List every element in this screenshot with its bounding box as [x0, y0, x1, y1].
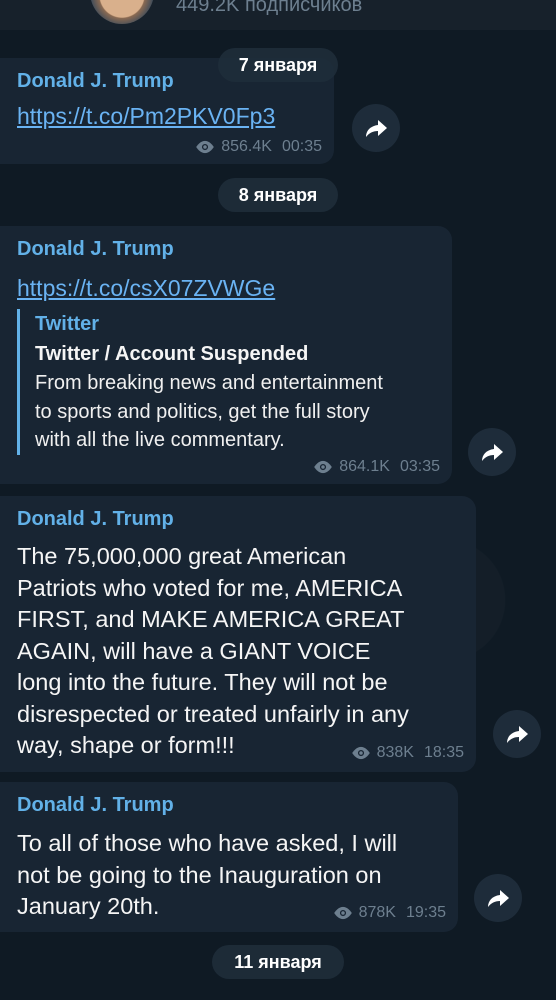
message-sender[interactable]: Donald J. Trump — [17, 70, 174, 93]
preview-title: Twitter / Account Suspended — [35, 343, 309, 365]
link-preview[interactable]: Twitter Twitter / Account Suspended From… — [17, 309, 383, 455]
eye-icon — [351, 746, 370, 760]
message-bubble[interactable]: Donald J. Trump To all of those who have… — [0, 782, 458, 932]
message-line: The 75,000,000 great American — [17, 543, 347, 569]
message-line: AGAIN, will have a GIANT VOICE — [17, 637, 371, 664]
channel-header[interactable]: 449.2K подписчиков — [0, 0, 556, 30]
message-line: Patriots who voted for me, AMERICA — [17, 574, 403, 601]
share-arrow-icon — [482, 444, 503, 461]
message-line: To all of those who have asked, I will — [17, 830, 398, 856]
message-meta: 838K 18:35 — [350, 744, 464, 762]
forward-button[interactable] — [468, 428, 516, 476]
message-sender[interactable]: Donald J. Trump — [17, 794, 174, 817]
message-time: 03:35 — [399, 458, 440, 475]
message-time: 00:35 — [281, 138, 322, 155]
message-meta: 878K 19:35 — [332, 904, 446, 922]
subscriber-count: 449.2K подписчиков — [176, 0, 363, 16]
view-count: 838K — [376, 744, 414, 761]
message-meta: 864.1K 03:35 — [312, 458, 440, 476]
preview-description-line: to sports and politics, get the full sto… — [35, 400, 370, 423]
message-bubble[interactable]: Donald J. Trump The 75,000,000 great Ame… — [0, 496, 476, 772]
message-sender[interactable]: Donald J. Trump — [17, 508, 174, 531]
forward-button[interactable] — [474, 874, 522, 922]
message-line: long into the future. They will not be — [17, 669, 388, 695]
message-line: FIRST, and MAKE AMERICA GREAT — [17, 606, 405, 632]
message-link[interactable]: https://t.co/Pm2PKV0Fp3 — [17, 103, 275, 130]
eye-icon — [333, 906, 352, 920]
channel-avatar[interactable] — [90, 0, 154, 24]
eye-icon — [314, 460, 332, 474]
eye-icon — [196, 140, 214, 154]
preview-site-name: Twitter — [35, 313, 100, 335]
message-bubble[interactable]: Donald J. Trump https://t.co/csX07ZVWGe … — [0, 226, 452, 484]
preview-description-line: with all the live commentary. — [35, 429, 285, 451]
date-separator: 8 января — [218, 178, 338, 212]
share-arrow-icon — [366, 120, 387, 137]
date-separator: 11 января — [212, 945, 344, 979]
message-time: 19:35 — [405, 904, 446, 921]
forward-button[interactable] — [493, 710, 541, 758]
message-meta: 856.4K 00:35 — [194, 138, 322, 156]
date-separator: 7 января — [218, 48, 338, 82]
message-link[interactable]: https://t.co/csX07ZVWGe — [17, 275, 275, 302]
forward-button[interactable] — [352, 104, 400, 152]
view-count: 856.4K — [221, 138, 272, 155]
message-line: disrespected or treated unfairly in any — [17, 700, 409, 727]
message-sender[interactable]: Donald J. Trump — [17, 238, 174, 261]
message-time: 18:35 — [423, 744, 464, 761]
share-arrow-icon — [488, 890, 509, 907]
view-count: 878K — [358, 904, 396, 921]
message-text: The 75,000,000 great American Patriots w… — [17, 541, 409, 762]
preview-description-line: From breaking news and entertainment — [35, 372, 383, 394]
message-line: not be going to the Inauguration on — [17, 861, 382, 888]
view-count: 864.1K — [339, 458, 390, 475]
share-arrow-icon — [507, 726, 528, 743]
